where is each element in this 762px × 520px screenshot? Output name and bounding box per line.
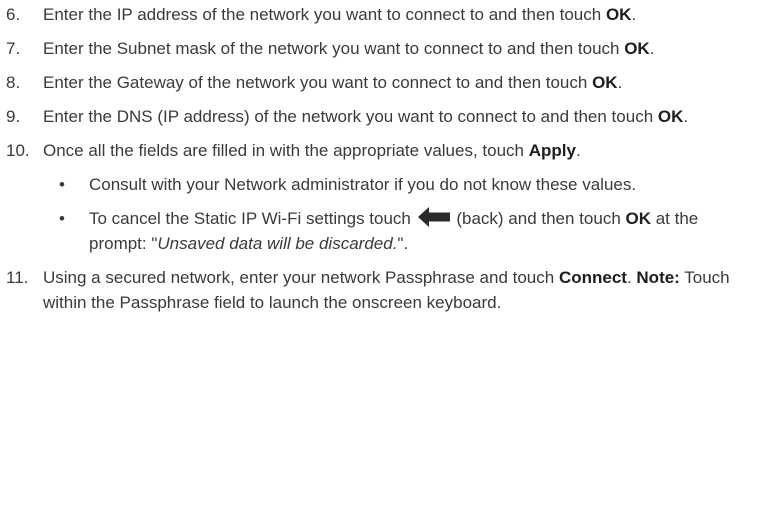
substep-text: Consult with your Network administrator … (89, 175, 637, 194)
step-11: 11. Using a secured network, enter your … (6, 265, 762, 315)
bullet: • (59, 209, 65, 228)
step-text: Enter the IP address of the network you … (43, 5, 637, 24)
bullet: • (59, 175, 65, 194)
step-8: 8. Enter the Gateway of the network you … (6, 70, 762, 95)
back-arrow-icon (417, 207, 450, 227)
substep-text: To cancel the Static IP Wi-Fi settings t… (89, 207, 699, 253)
step-text: Using a secured network, enter your netw… (43, 268, 730, 312)
step-number: 6. (6, 5, 21, 24)
step-number: 11. (6, 268, 29, 287)
step-text: Enter the DNS (IP address) of the networ… (43, 107, 689, 126)
step-6: 6. Enter the IP address of the network y… (6, 2, 762, 27)
step-number: 10. (6, 141, 30, 160)
step-text: Enter the Gateway of the network you wan… (43, 73, 623, 92)
step-number: 9. (6, 107, 21, 126)
step-number: 8. (6, 73, 21, 92)
step-9: 9. Enter the DNS (IP address) of the net… (6, 104, 762, 129)
step-text: Enter the Subnet mask of the network you… (43, 39, 655, 58)
step-10: 10. Once all the fields are filled in wi… (6, 138, 762, 256)
instruction-list: 6. Enter the IP address of the network y… (0, 0, 762, 315)
step-number: 7. (6, 39, 21, 58)
substep-cancel: • To cancel the Static IP Wi-Fi settings… (43, 206, 754, 256)
substep-consult: • Consult with your Network administrato… (43, 172, 754, 197)
step-text: Once all the fields are filled in with t… (43, 138, 762, 256)
step-7: 7. Enter the Subnet mask of the network … (6, 36, 762, 61)
